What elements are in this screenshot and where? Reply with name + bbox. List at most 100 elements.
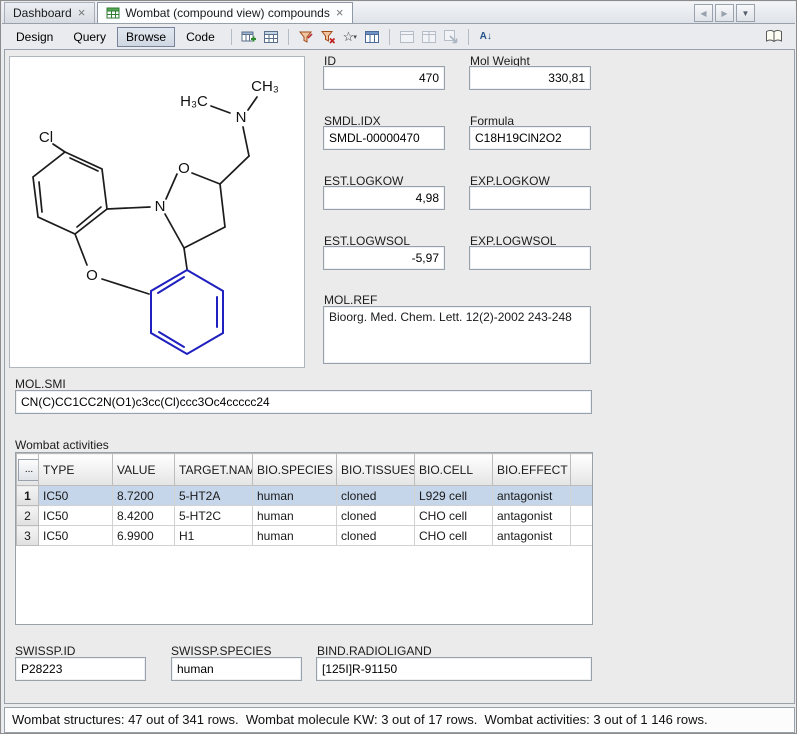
bind-radioligand-field[interactable]: [125I]R-91150 [316,657,592,681]
toolbar-separator [468,29,469,45]
query-button[interactable]: Query [64,27,115,47]
bind-radioligand-label: BIND.RADIOLIGAND [317,644,432,658]
cell-type[interactable]: IC50 [39,506,113,526]
export-window-icon[interactable] [441,27,461,46]
activities-label: Wombat activities [15,438,109,452]
cell-bio-tissuesource[interactable]: cloned [337,506,415,526]
tab-bar: Dashboard × Wombat (compound view) compo… [2,2,795,24]
activities-table: ... TYPE VALUE TARGET.NAME BIO.SPECIES B… [15,452,593,625]
tab-dashboard-label: Dashboard [13,6,72,20]
swissp-id-field[interactable]: P28223 [15,657,146,681]
cell-filler [571,506,593,526]
green-table-icon [106,6,120,20]
swissp-species-field[interactable]: human [171,657,302,681]
row-number[interactable]: 1 [17,486,39,506]
cell-bio-species[interactable]: human [253,486,337,506]
cell-type[interactable]: IC50 [39,526,113,546]
structure-canvas[interactable]: Cl N O O N H₃C CH₃ [9,56,305,368]
design-button[interactable]: Design [7,27,62,47]
chevron-down-icon: ▾ [353,33,357,41]
column-header-target-name[interactable]: TARGET.NAME [175,454,253,486]
cell-bio-effect[interactable]: antagonist [493,506,571,526]
column-header-bio-effect[interactable]: BIO.EFFECT [493,454,571,486]
table-corner-button[interactable]: ... [18,459,39,481]
atom-label-h3c: H₃C [180,93,208,110]
sort-letter: A [480,31,487,42]
cell-value[interactable]: 8.7200 [113,486,175,506]
layout-single-icon[interactable] [397,27,417,46]
cell-bio-effect[interactable]: antagonist [493,526,571,546]
column-header-bio-cell[interactable]: BIO.CELL [415,454,493,486]
table-row[interactable]: 3 IC50 6.9900 H1 human cloned CHO cell a… [17,526,593,546]
atom-label-ch3: CH₃ [251,78,279,95]
molecule-drawing: Cl N O O N H₃C CH₃ [10,57,306,369]
cell-bio-tissuesource[interactable]: cloned [337,486,415,506]
scroll-tabs-left-button[interactable]: ◀ [694,4,713,22]
id-field[interactable]: 470 [323,66,445,90]
cell-bio-cell[interactable]: CHO cell [415,526,493,546]
row-number[interactable]: 3 [17,526,39,546]
atom-label-cl: Cl [39,129,53,146]
est-logkow-field[interactable]: 4,98 [323,186,445,210]
cell-value[interactable]: 8.4200 [113,506,175,526]
show-grid-view-icon[interactable] [362,27,382,46]
browse-button[interactable]: Browse [117,27,175,47]
close-icon[interactable]: × [77,8,87,18]
cell-target-name[interactable]: 5-HT2C [175,506,253,526]
mol-smi-field[interactable]: CN(C)CC1CC2N(O1)c3cc(Cl)ccc3Oc4ccccc24 [15,390,592,414]
scroll-tabs-right-button[interactable]: ▶ [715,4,734,22]
row-number[interactable]: 2 [17,506,39,526]
cell-bio-cell[interactable]: CHO cell [415,506,493,526]
mol-ref-label: MOL.REF [324,293,377,307]
cell-bio-species[interactable]: human [253,526,337,546]
formula-field[interactable]: C18H19ClN2O2 [469,126,591,150]
filter-clear-icon[interactable] [318,27,338,46]
exp-logkow-field[interactable] [469,186,591,210]
filter-edit-icon[interactable] [296,27,316,46]
sort-icon[interactable]: A↓ [476,27,496,46]
star-dropdown-icon[interactable]: ☆▾ [340,27,360,46]
close-icon[interactable]: × [335,8,345,18]
book-icon[interactable] [764,27,784,46]
tab-wombat-label: Wombat (compound view) compounds [125,6,330,20]
table-row[interactable]: 1 IC50 8.7200 5-HT2A human cloned L929 c… [17,486,593,506]
arrow-down-icon: ↓ [487,31,492,42]
cell-target-name[interactable]: 5-HT2A [175,486,253,506]
app-window: Dashboard × Wombat (compound view) compo… [0,0,797,734]
column-header-bio-tissuesource[interactable]: BIO.TISSUESOU [337,454,415,486]
table-row[interactable]: 2 IC50 8.4200 5-HT2C human cloned CHO ce… [17,506,593,526]
table-grid-icon[interactable] [261,27,281,46]
toolbar-separator [288,29,289,45]
mol-ref-field[interactable]: Bioorg. Med. Chem. Lett. 12(2)-2002 243-… [323,306,591,364]
cell-bio-tissuesource[interactable]: cloned [337,526,415,546]
est-logwsol-field[interactable]: -5,97 [323,246,445,270]
tab-dashboard[interactable]: Dashboard × [4,2,95,23]
column-header-type[interactable]: TYPE [39,454,113,486]
atom-label-n: N [155,198,166,215]
column-header-value[interactable]: VALUE [113,454,175,486]
cell-target-name[interactable]: H1 [175,526,253,546]
mol-weight-field[interactable]: 330,81 [469,66,591,90]
code-button[interactable]: Code [177,27,224,47]
swissp-species-label: SWISSP.SPECIES [171,644,271,658]
new-table-icon[interactable] [239,27,259,46]
toolbar: Design Query Browse Code [2,25,795,48]
mol-smi-label: MOL.SMI [15,377,66,391]
atom-label-n-amine: N [236,109,247,126]
cell-bio-species[interactable]: human [253,506,337,526]
cell-filler [571,486,593,506]
smdl-idx-field[interactable]: SMDL-00000470 [323,126,445,150]
tab-list-button[interactable]: ▼ [736,4,755,22]
swissp-id-label: SWISSP.ID [15,644,75,658]
layout-split-icon[interactable] [419,27,439,46]
column-header-bio-species[interactable]: BIO.SPECIES [253,454,337,486]
cell-type[interactable]: IC50 [39,486,113,506]
exp-logwsol-field[interactable] [469,246,591,270]
cell-value[interactable]: 6.9900 [113,526,175,546]
cell-bio-effect[interactable]: antagonist [493,486,571,506]
atom-label-o-bridge: O [86,267,98,284]
status-bar: Wombat structures: 47 out of 341 rows. W… [4,707,795,733]
tab-wombat-compounds[interactable]: Wombat (compound view) compounds × [97,2,353,23]
cell-bio-cell[interactable]: L929 cell [415,486,493,506]
toolbar-separator [231,29,232,45]
